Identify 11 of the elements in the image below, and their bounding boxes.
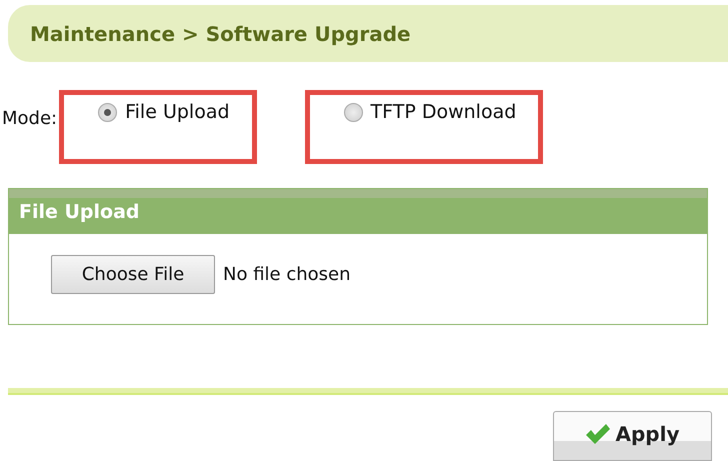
- radio-option[interactable]: File Upload: [59, 90, 257, 164]
- radio-button[interactable]: [344, 102, 363, 122]
- apply-button[interactable]: Apply: [553, 411, 712, 461]
- breadcrumb: Maintenance > Software Upgrade: [30, 22, 411, 46]
- radio-button[interactable]: [98, 102, 118, 122]
- choose-file-button[interactable]: Choose File: [51, 255, 215, 294]
- file-status: No file chosen: [223, 264, 351, 285]
- radio-option[interactable]: TFTP Download: [304, 90, 544, 164]
- panel-title: File Upload: [19, 200, 140, 222]
- check-icon: [585, 422, 612, 444]
- mode-label: Mode:: [2, 108, 58, 129]
